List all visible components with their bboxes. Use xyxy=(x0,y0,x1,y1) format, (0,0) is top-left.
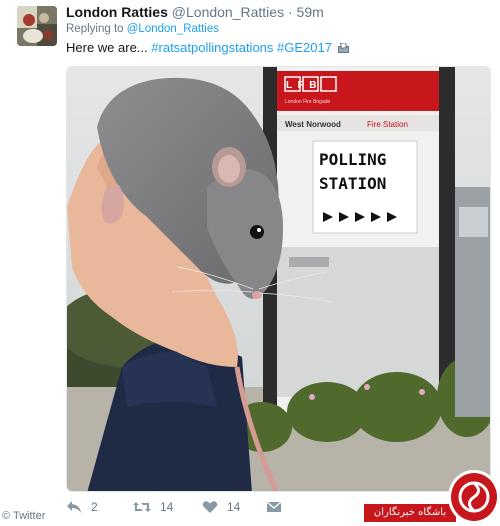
avatar[interactable] xyxy=(17,6,57,46)
poster-line-1: POLLING xyxy=(319,150,386,169)
retweet-count: 14 xyxy=(160,500,174,514)
sign-logo-text: LFB xyxy=(286,80,322,91)
direct-message-button[interactable] xyxy=(266,500,282,514)
sign-location-suffix: Fire Station xyxy=(367,120,408,129)
agency-watermark-label: باشگاه خبرنگاران xyxy=(364,504,456,522)
tweet-header: London Ratties @London_Ratties · 59m xyxy=(66,4,324,21)
user-handle[interactable]: @London_Ratties xyxy=(172,4,284,20)
poster-line-2: STATION xyxy=(319,174,386,193)
source-credit: © Twitter xyxy=(2,510,46,522)
ballot-box-emoji-icon xyxy=(337,41,349,53)
sign-subtitle: London Fire Brigade xyxy=(285,99,331,105)
heart-icon xyxy=(202,501,218,513)
tweet-timestamp[interactable]: 59m xyxy=(297,4,324,20)
hashtag-link[interactable]: #GE2017 xyxy=(277,40,332,55)
like-button[interactable]: 14 xyxy=(202,500,240,514)
hashtag-link[interactable]: #ratsatpollingstations xyxy=(151,40,273,55)
tweet-card[interactable]: London Ratties @London_Ratties · 59m Rep… xyxy=(0,0,500,524)
tweet-text: Here we are... #ratsatpollingstations #G… xyxy=(66,40,349,55)
envelope-icon xyxy=(266,501,282,512)
replying-to-line: Replying to @London_Ratties xyxy=(66,23,219,35)
reply-button[interactable]: 2 xyxy=(66,500,98,514)
tweet-actions: 2 14 14 xyxy=(66,500,306,520)
agency-logo-icon xyxy=(448,470,500,524)
separator-dot: · xyxy=(287,4,293,20)
retweet-icon xyxy=(133,502,151,512)
reply-icon xyxy=(67,501,81,513)
replying-to-label: Replying to xyxy=(66,23,124,35)
reply-count: 2 xyxy=(91,500,98,514)
agency-watermark: باشگاه خبرنگاران xyxy=(364,470,500,524)
sign-location: West Norwood xyxy=(285,120,341,129)
display-name[interactable]: London Ratties xyxy=(66,4,168,20)
retweet-button[interactable]: 14 xyxy=(133,500,173,514)
tweet-text-body: Here we are... xyxy=(66,40,148,55)
tweet-photo[interactable]: LFB London Fire Brigade West Norwood Fir… xyxy=(66,66,491,492)
like-count: 14 xyxy=(227,500,241,514)
replying-to-link[interactable]: @London_Ratties xyxy=(127,23,219,35)
